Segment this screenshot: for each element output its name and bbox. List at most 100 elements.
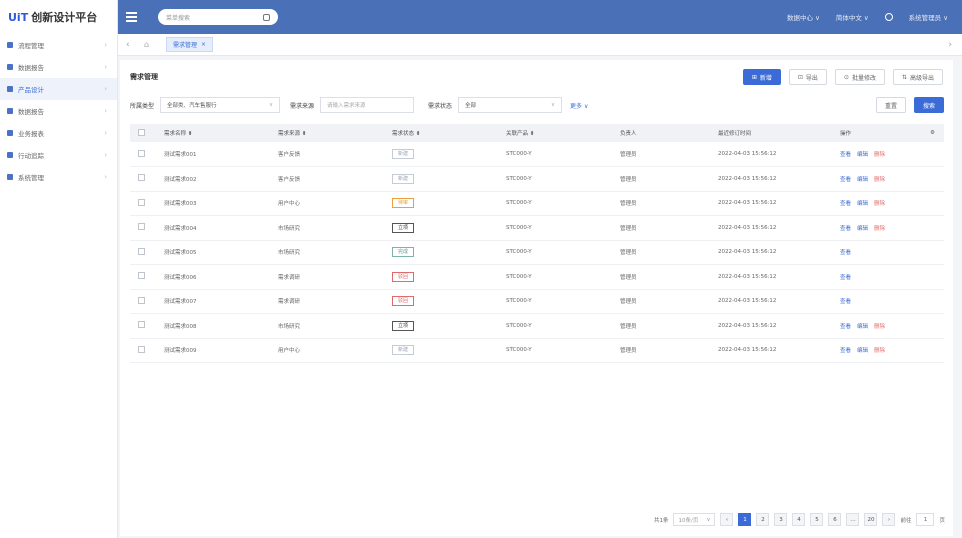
delete-link[interactable]: 删除 bbox=[874, 348, 885, 354]
menu-icon bbox=[7, 42, 13, 48]
home-icon[interactable]: ⌂ bbox=[144, 40, 160, 49]
data-center-menu[interactable]: 数据中心 ∨ bbox=[787, 12, 820, 22]
sidebar-item[interactable]: 行动追踪 › bbox=[0, 144, 117, 166]
source-filter-input[interactable]: 请输入需求来源 bbox=[320, 97, 415, 113]
view-link[interactable]: 查看 bbox=[840, 324, 851, 330]
row-select-cell bbox=[130, 191, 156, 216]
view-link[interactable]: 查看 bbox=[840, 275, 851, 281]
page-button[interactable]: 1 bbox=[738, 513, 752, 526]
row-select-cell bbox=[130, 240, 156, 265]
cell-product: STC000-Y bbox=[498, 240, 612, 265]
sidebar-item[interactable]: 数据报告 › bbox=[0, 56, 117, 78]
status-badge: 新建 bbox=[392, 173, 414, 184]
page-button[interactable]: 4 bbox=[792, 513, 806, 526]
view-link[interactable]: 查看 bbox=[840, 348, 851, 354]
batch-edit-button[interactable]: ⊙ 批量修改 bbox=[834, 69, 885, 85]
select-all-checkbox[interactable] bbox=[138, 128, 145, 136]
goto-page-input[interactable]: 1 bbox=[916, 513, 935, 526]
tab-close-icon[interactable]: × bbox=[201, 41, 206, 48]
cell-name: 测试需求007 bbox=[156, 289, 270, 314]
user-menu[interactable]: 系统管理员 ∨ bbox=[909, 12, 948, 22]
sidebar-item[interactable]: 业务报表 › bbox=[0, 122, 117, 144]
sidebar-item[interactable]: 产品设计 › bbox=[0, 78, 117, 100]
cell-source: 客户反馈 bbox=[270, 166, 384, 192]
page-size-select[interactable]: 10条/页 ∨ bbox=[673, 513, 716, 526]
menu-search-input[interactable]: 菜单搜索 bbox=[158, 9, 278, 25]
goto-suffix: 页 bbox=[939, 517, 945, 524]
row-checkbox[interactable] bbox=[138, 174, 145, 182]
page-button[interactable]: 5 bbox=[810, 513, 824, 526]
row-checkbox[interactable] bbox=[138, 198, 145, 206]
view-link[interactable]: 查看 bbox=[840, 250, 851, 256]
sidebar-item[interactable]: 系统管理 › bbox=[0, 166, 117, 188]
sidebar-item-label: 数据报告 bbox=[18, 64, 44, 72]
more-filters-link[interactable]: 更多 ∨ bbox=[570, 101, 588, 110]
cell-ops: 查看 编辑 删除 bbox=[832, 313, 922, 339]
prev-page-button[interactable]: ‹ bbox=[720, 513, 734, 526]
export-button[interactable]: ⇅ 高级导出 bbox=[892, 69, 943, 85]
edit-link[interactable]: 编辑 bbox=[857, 177, 868, 183]
status-filter-select[interactable]: 全部 ∨ bbox=[458, 97, 563, 113]
type-filter-label: 所属类型 bbox=[130, 102, 155, 110]
edit-link[interactable]: 编辑 bbox=[857, 152, 868, 158]
menu-icon bbox=[7, 130, 13, 136]
import-button[interactable]: ⊡ 导出 bbox=[788, 69, 827, 85]
view-link[interactable]: 查看 bbox=[840, 226, 851, 232]
export-icon: ⇅ bbox=[901, 73, 907, 81]
menu-toggle-icon[interactable] bbox=[126, 9, 144, 25]
delete-link[interactable]: 删除 bbox=[874, 201, 885, 207]
page-button[interactable]: 20 bbox=[864, 513, 878, 526]
page-button[interactable]: 3 bbox=[774, 513, 788, 526]
edit-link[interactable]: 编辑 bbox=[857, 348, 868, 354]
sidebar-item[interactable]: 流程管理 › bbox=[0, 34, 117, 56]
row-select-cell bbox=[130, 166, 156, 192]
notification-icon[interactable] bbox=[884, 13, 893, 21]
sidebar-item[interactable]: 数据报告 › bbox=[0, 100, 117, 122]
delete-link[interactable]: 删除 bbox=[874, 177, 885, 183]
tabs-prev-icon[interactable]: ‹ bbox=[126, 40, 140, 50]
page-button[interactable]: … bbox=[846, 513, 860, 526]
page-button[interactable]: 6 bbox=[828, 513, 842, 526]
menu-icon bbox=[7, 86, 13, 92]
cell-product: STC000-Y bbox=[498, 338, 612, 363]
next-page-button[interactable]: › bbox=[882, 513, 896, 526]
cell-time: 2022-04-03 15:56:12 bbox=[710, 142, 832, 167]
chevron-right-icon: › bbox=[104, 63, 107, 71]
delete-link[interactable]: 删除 bbox=[874, 324, 885, 330]
row-checkbox[interactable] bbox=[138, 247, 145, 255]
view-link[interactable]: 查看 bbox=[840, 152, 851, 158]
cell-owner: 管理员 bbox=[612, 142, 710, 167]
column-header[interactable]: ⚙ bbox=[922, 124, 944, 142]
row-checkbox[interactable] bbox=[138, 345, 145, 353]
row-checkbox[interactable] bbox=[138, 321, 145, 329]
search-button[interactable]: 搜索 bbox=[913, 97, 944, 113]
new-button[interactable]: ⊞ 新增 bbox=[742, 69, 781, 85]
cell-status: 驳回 bbox=[384, 289, 498, 314]
page-button[interactable]: 2 bbox=[756, 513, 770, 526]
row-checkbox[interactable] bbox=[138, 272, 145, 280]
language-menu[interactable]: 简体中文 ∨ bbox=[836, 12, 869, 22]
view-link[interactable]: 查看 bbox=[840, 177, 851, 183]
cell-status: 新建 bbox=[384, 338, 498, 363]
row-checkbox[interactable] bbox=[138, 223, 145, 231]
status-badge: 新建 bbox=[392, 345, 414, 356]
delete-link[interactable]: 删除 bbox=[874, 152, 885, 158]
edit-link[interactable]: 编辑 bbox=[857, 201, 868, 207]
tab-requirements[interactable]: 需求管理 × bbox=[166, 37, 214, 52]
table-row: 测试需求003 用户中心 待审 STC000-Y 管理员 2022-04-03 … bbox=[130, 191, 944, 216]
cell-source: 需求调研 bbox=[270, 289, 384, 314]
edit-link[interactable]: 编辑 bbox=[857, 226, 868, 232]
edit-link[interactable]: 编辑 bbox=[857, 324, 868, 330]
tabs-next-icon[interactable]: › bbox=[948, 40, 952, 50]
cell-empty bbox=[922, 338, 944, 363]
search-icon[interactable] bbox=[263, 13, 270, 21]
row-checkbox[interactable] bbox=[138, 296, 145, 304]
type-filter-select[interactable]: 全部类、汽车售服行 ∨ bbox=[160, 97, 281, 113]
delete-link[interactable]: 删除 bbox=[874, 226, 885, 232]
column-header: 操作 bbox=[832, 124, 922, 142]
cell-time: 2022-04-03 15:56:12 bbox=[710, 191, 832, 216]
reset-button[interactable]: 重置 bbox=[875, 97, 906, 113]
view-link[interactable]: 查看 bbox=[840, 201, 851, 207]
row-checkbox[interactable] bbox=[138, 149, 145, 157]
view-link[interactable]: 查看 bbox=[840, 299, 851, 305]
